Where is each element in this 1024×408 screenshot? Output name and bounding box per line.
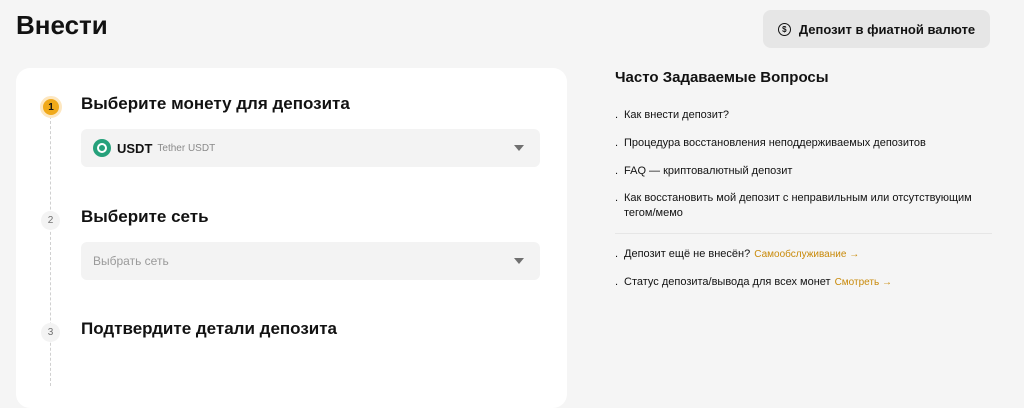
faq-item[interactable]: . Процедура восстановления неподдерживае…	[615, 136, 995, 151]
faq-item-label[interactable]: Процедура восстановления неподдерживаемы…	[624, 136, 926, 151]
step-1-badge: 1	[40, 96, 62, 118]
self-service-row: . Депозит ещё не внесён? Самообслуживани…	[615, 247, 860, 262]
faq-item-label[interactable]: Как восстановить мой депозит с неправиль…	[624, 191, 995, 221]
faq-item-label[interactable]: FAQ — криптовалютный депозит	[624, 164, 792, 179]
step-1-title: Выберите монету для депозита	[81, 94, 350, 113]
faq-item-label[interactable]: Как внести депозит?	[624, 108, 729, 123]
step-2-title: Выберите сеть	[81, 207, 209, 226]
tether-icon	[93, 139, 111, 157]
network-placeholder: Выбрать сеть	[93, 254, 169, 268]
network-select[interactable]: Выбрать сеть	[81, 242, 540, 280]
coin-name: Tether USDT	[157, 142, 216, 154]
coin-icon: $	[777, 22, 791, 36]
status-text: Статус депозита/вывода для всех монет	[624, 276, 831, 288]
step-3-badge: 3	[41, 323, 60, 342]
status-view-link[interactable]: Смотреть →	[835, 275, 892, 290]
step-2-badge: 2	[41, 211, 60, 230]
chevron-down-icon	[514, 145, 524, 151]
faq-item[interactable]: . Как восстановить мой депозит с неправи…	[615, 191, 995, 221]
status-row: . Статус депозита/вывода для всех монет …	[615, 275, 892, 290]
faq-divider	[615, 233, 992, 234]
coin-select[interactable]: USDT Tether USDT	[81, 129, 540, 167]
step-3-title: Подтвердите детали депозита	[81, 319, 338, 338]
fiat-deposit-button[interactable]: $ Депозит в фиатной валюте	[763, 10, 990, 48]
faq-item[interactable]: . Как внести депозит?	[615, 108, 995, 123]
self-service-link[interactable]: Самообслуживание →	[754, 247, 859, 262]
deposit-steps-card: 1 Выберите монету для депозита USDT Teth…	[16, 68, 567, 408]
steps-connector-line	[50, 116, 51, 386]
coin-symbol: USDT	[117, 140, 153, 156]
page-title: Внести	[16, 10, 108, 40]
fiat-deposit-label: Депозит в фиатной валюте	[798, 21, 976, 37]
faq-item[interactable]: . FAQ — криптовалютный депозит	[615, 164, 995, 179]
self-service-text: Депозит ещё не внесён?	[624, 248, 751, 260]
chevron-down-icon	[514, 258, 524, 264]
faq-title: Часто Задаваемые Вопросы	[615, 69, 829, 86]
